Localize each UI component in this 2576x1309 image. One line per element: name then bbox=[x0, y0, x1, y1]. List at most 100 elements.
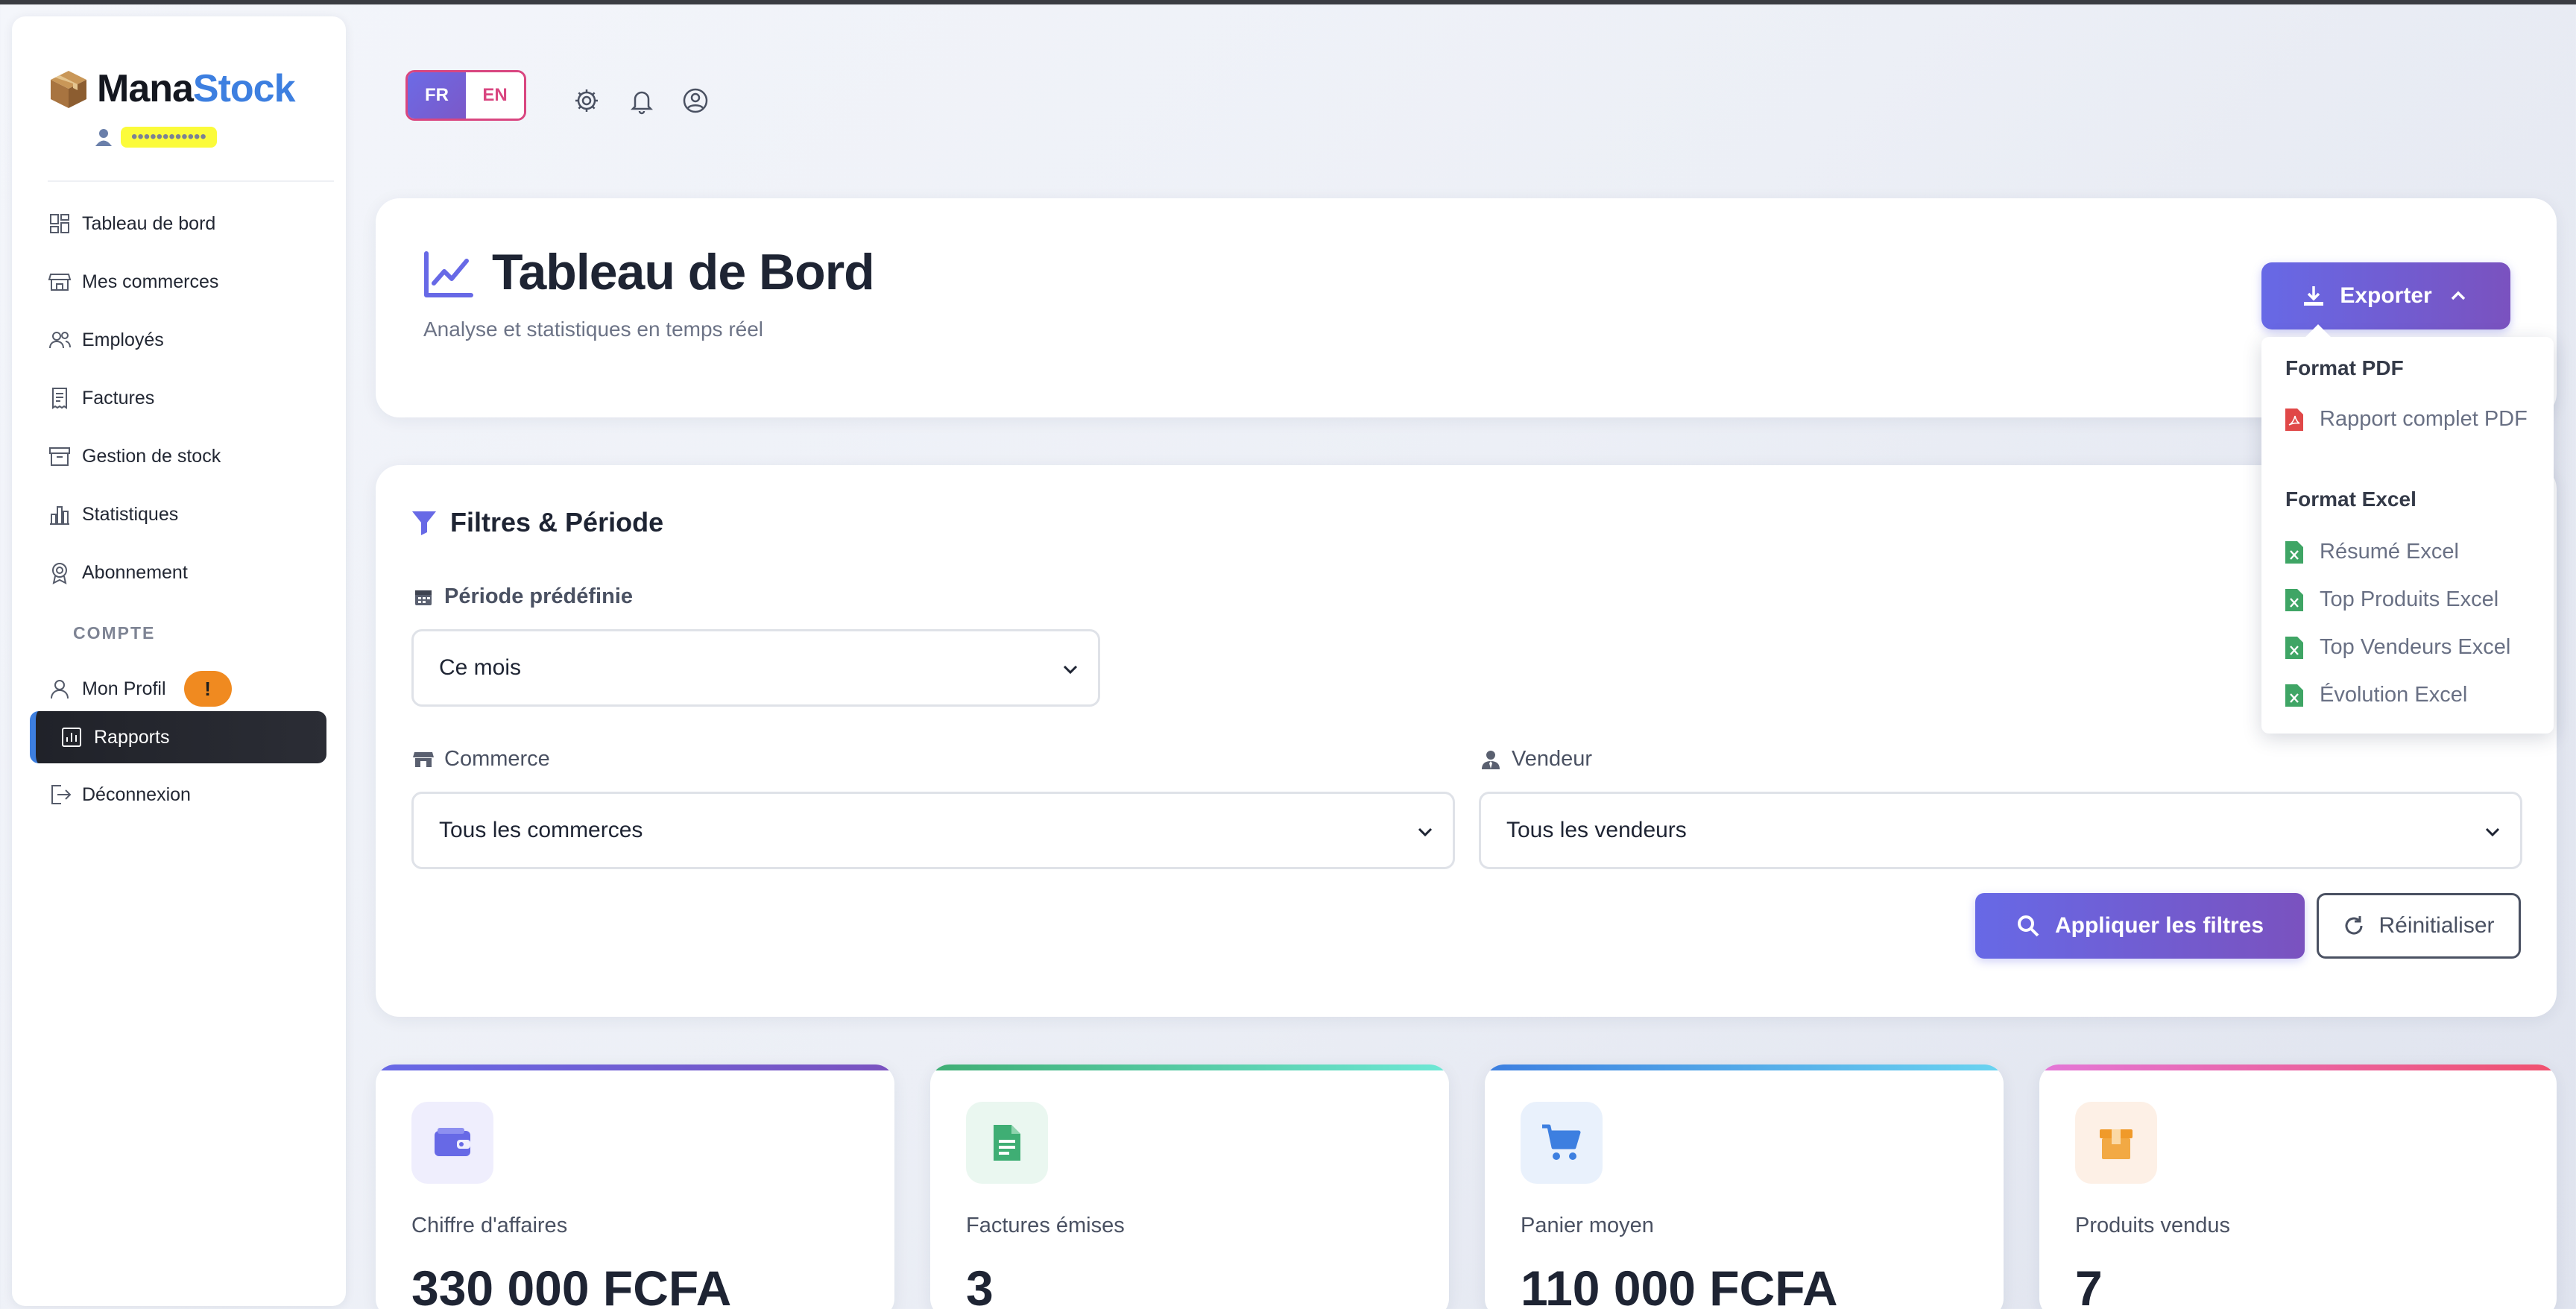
section-label-compte: COMPTE bbox=[73, 623, 156, 643]
gear-icon[interactable] bbox=[572, 86, 601, 115]
chevron-up-icon bbox=[2451, 291, 2465, 300]
sidebar-item-label: Gestion de stock bbox=[82, 445, 221, 467]
kpi-icon-box bbox=[2075, 1102, 2157, 1184]
calendar-icon bbox=[415, 590, 432, 605]
kpi-icon-box bbox=[1521, 1102, 1603, 1184]
chevron-down-icon bbox=[2485, 827, 2500, 837]
sidebar-item-label: Rapports bbox=[94, 726, 170, 748]
logout-icon bbox=[51, 785, 72, 804]
pdf-file-icon bbox=[2285, 408, 2303, 431]
kpi-label: Chiffre d'affaires bbox=[411, 1214, 568, 1237]
kpi-accent-bar bbox=[930, 1064, 1449, 1070]
kpi-label: Factures émises bbox=[966, 1214, 1125, 1237]
lang-fr-button[interactable]: FR bbox=[408, 72, 466, 119]
kpi-label: Produits vendus bbox=[2075, 1214, 2230, 1237]
wallet-icon bbox=[435, 1128, 470, 1156]
excel-file-icon bbox=[2285, 540, 2303, 564]
brand-logo[interactable]: ManaStock bbox=[48, 63, 296, 115]
badge-icon bbox=[52, 563, 67, 584]
store-icon bbox=[48, 274, 72, 291]
excel-file-icon bbox=[2285, 588, 2303, 611]
sidebar: ManaStock •••••••••••• Tableau de bord M… bbox=[12, 16, 346, 1306]
sidebar-item-profil[interactable]: Mon Profil ! bbox=[48, 666, 338, 711]
kpi-accent-bar bbox=[2039, 1064, 2557, 1070]
filters-heading: Filtres & Période bbox=[410, 507, 663, 538]
export-dropdown-menu: Format PDF Rapport complet PDF Format Ex… bbox=[2261, 324, 2554, 734]
sidebar-item-abonnement[interactable]: Abonnement bbox=[48, 550, 338, 595]
vendor-select[interactable]: Tous les vendeurs bbox=[1479, 792, 2522, 869]
period-select[interactable]: Ce mois bbox=[411, 629, 1100, 707]
export-button[interactable]: Exporter bbox=[2261, 262, 2510, 329]
filter-funnel-icon bbox=[412, 511, 436, 535]
line-chart-icon bbox=[424, 251, 473, 297]
sidebar-item-statistiques[interactable]: Statistiques bbox=[48, 492, 338, 537]
sidebar-item-label: Tableau de bord bbox=[82, 212, 216, 234]
store-filled-icon bbox=[413, 751, 434, 767]
kpi-value: 110 000 FCFA bbox=[1521, 1261, 1838, 1309]
sidebar-item-dashboard[interactable]: Tableau de bord bbox=[48, 201, 338, 246]
kpi-value: 330 000 FCFA bbox=[411, 1261, 732, 1309]
sidebar-item-employes[interactable]: Employés bbox=[48, 318, 338, 362]
commerce-label: Commerce bbox=[413, 747, 550, 772]
kpi-card-products-sold: Produits vendus 7 bbox=[2039, 1064, 2557, 1309]
sidebar-divider bbox=[48, 180, 334, 182]
apply-filters-button[interactable]: Appliquer les filtres bbox=[1975, 893, 2305, 959]
sidebar-item-label: Abonnement bbox=[82, 561, 188, 583]
dashboard-grid-icon bbox=[50, 214, 69, 233]
package-box-icon bbox=[51, 71, 86, 108]
account-circle-icon[interactable] bbox=[681, 86, 710, 115]
sidebar-item-label: Mes commerces bbox=[82, 271, 219, 292]
sidebar-item-rapports[interactable]: Rapports bbox=[30, 711, 326, 763]
box-icon bbox=[2100, 1129, 2133, 1159]
sidebar-item-label: Mon Profil bbox=[82, 678, 166, 699]
current-user: •••••••••••• bbox=[94, 127, 217, 148]
sidebar-item-commerces[interactable]: Mes commerces bbox=[48, 259, 338, 304]
export-excel-top-vendors[interactable]: Top Vendeurs Excel bbox=[2285, 635, 2510, 660]
bar-chart-icon bbox=[50, 506, 69, 525]
document-icon bbox=[994, 1125, 1020, 1161]
archive-box-icon bbox=[49, 447, 70, 466]
vendor-label: Vendeur bbox=[1480, 747, 1592, 772]
export-pdf-full-report[interactable]: Rapport complet PDF bbox=[2285, 407, 2528, 432]
window-top-border bbox=[0, 0, 2576, 4]
invoice-icon bbox=[52, 388, 67, 409]
kpi-card-revenue: Chiffre d'affaires 330 000 FCFA bbox=[376, 1064, 894, 1309]
commerce-select[interactable]: Tous les commerces bbox=[411, 792, 1455, 869]
export-excel-top-products[interactable]: Top Produits Excel bbox=[2285, 587, 2498, 612]
user-name: •••••••••••• bbox=[121, 127, 217, 148]
sidebar-item-stock[interactable]: Gestion de stock bbox=[48, 434, 338, 479]
excel-file-icon bbox=[2285, 636, 2303, 659]
export-excel-summary[interactable]: Résumé Excel bbox=[2285, 540, 2459, 564]
users-icon bbox=[49, 332, 71, 349]
sidebar-item-label: Employés bbox=[82, 329, 164, 350]
pdf-format-heading: Format PDF bbox=[2285, 356, 2404, 379]
kpi-label: Panier moyen bbox=[1521, 1214, 1654, 1237]
kpi-card-average-basket: Panier moyen 110 000 FCFA bbox=[1485, 1064, 2004, 1309]
kpi-accent-bar bbox=[376, 1064, 894, 1070]
brand-name: ManaStock bbox=[97, 67, 296, 110]
language-switcher: FR EN bbox=[405, 70, 526, 121]
excel-format-heading: Format Excel bbox=[2285, 488, 2416, 511]
sidebar-item-label: Déconnexion bbox=[82, 783, 191, 805]
page-title: Tableau de Bord bbox=[492, 244, 875, 300]
search-icon bbox=[2017, 915, 2039, 937]
kpi-icon-box bbox=[411, 1102, 493, 1184]
user-icon bbox=[95, 129, 112, 146]
download-icon bbox=[2304, 286, 2324, 306]
export-excel-evolution[interactable]: Évolution Excel bbox=[2285, 683, 2467, 707]
chevron-down-icon bbox=[1063, 665, 1078, 675]
person-tie-icon bbox=[1482, 750, 1500, 769]
kpi-accent-bar bbox=[1485, 1064, 2004, 1070]
reset-filters-button[interactable]: Réinitialiser bbox=[2317, 893, 2521, 959]
sidebar-item-factures[interactable]: Factures bbox=[48, 376, 338, 420]
chevron-down-icon bbox=[1418, 827, 1433, 837]
profile-warning-badge: ! bbox=[183, 671, 232, 707]
sidebar-item-label: Factures bbox=[82, 387, 155, 409]
lang-en-button[interactable]: EN bbox=[466, 72, 524, 119]
refresh-icon bbox=[2345, 916, 2363, 935]
kpi-card-invoices: Factures émises 3 bbox=[930, 1064, 1449, 1309]
shopping-cart-icon bbox=[1542, 1124, 1581, 1160]
period-label: Période prédéfinie bbox=[413, 584, 633, 609]
sidebar-item-deconnexion[interactable]: Déconnexion bbox=[48, 772, 338, 817]
bell-icon[interactable] bbox=[628, 86, 656, 115]
